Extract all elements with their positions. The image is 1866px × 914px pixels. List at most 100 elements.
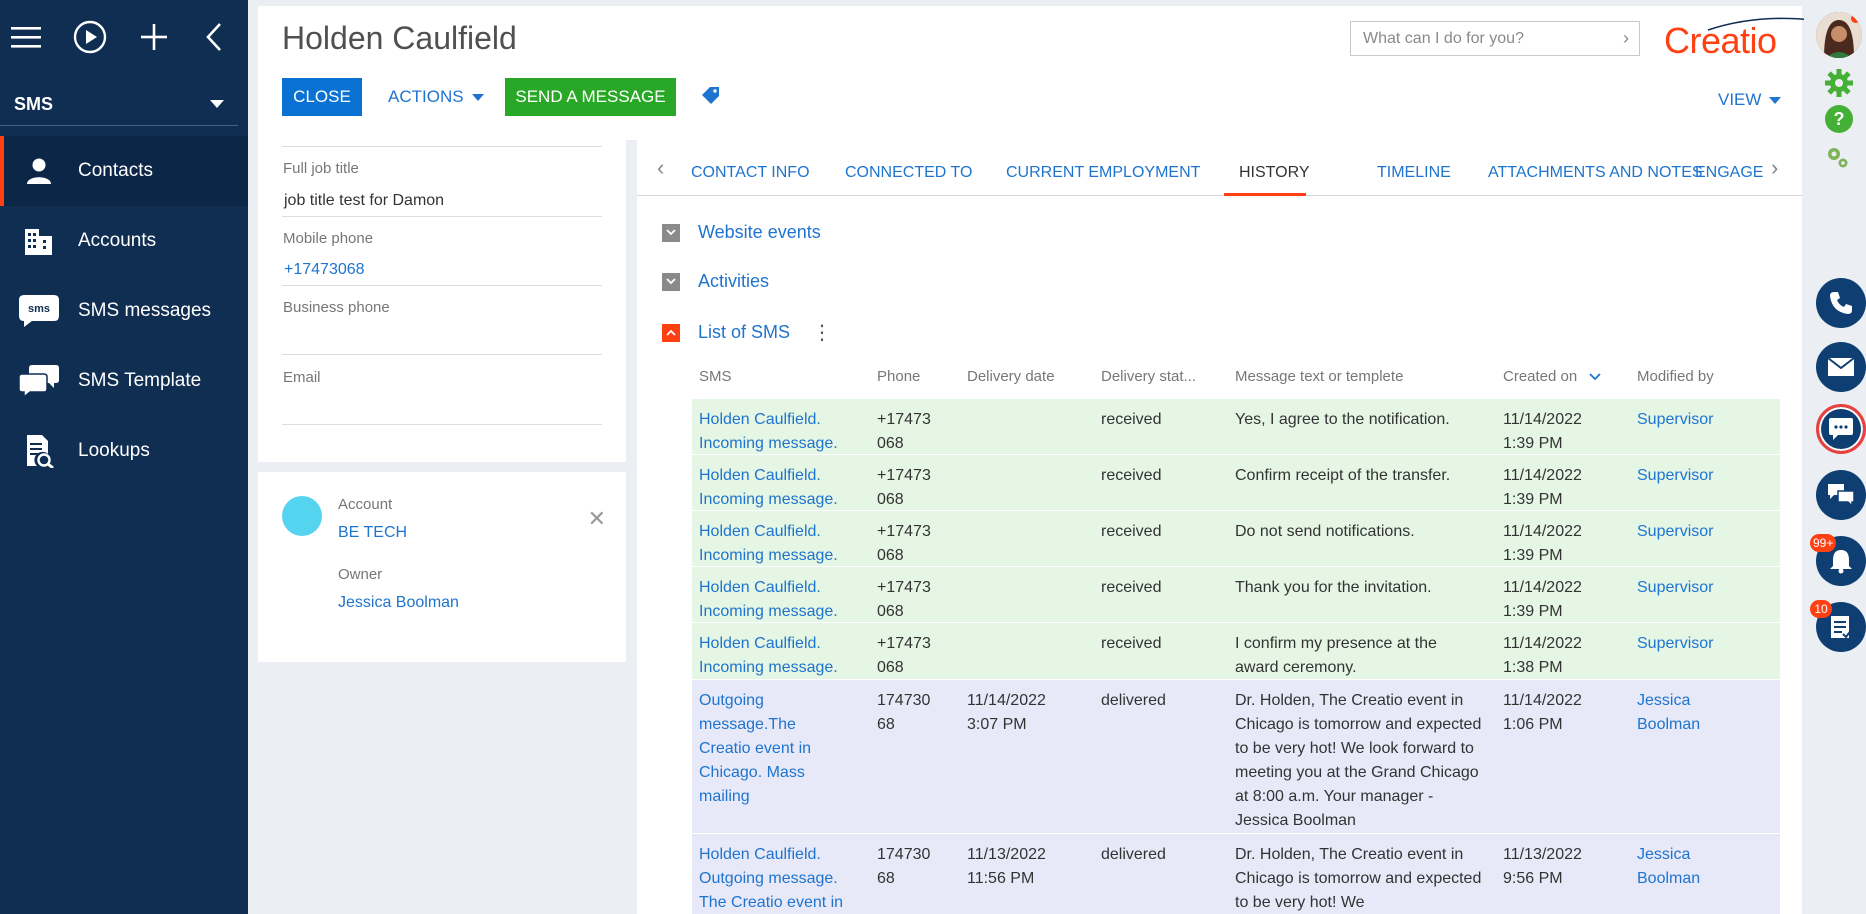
sms-link[interactable]: Holden Caulfield. Incoming message. <box>699 464 849 512</box>
status-cell: received <box>1101 635 1162 652</box>
workspace-selector[interactable]: SMS <box>0 84 238 126</box>
contact-info-panel: Full job title job title test for Damon … <box>258 140 626 462</box>
account-link[interactable]: BE TECH <box>338 524 407 542</box>
modified-by-link[interactable]: Supervisor <box>1637 408 1767 432</box>
phone-cell: +17473 068 <box>877 579 931 620</box>
modified-by-link[interactable]: Jessica Boolman <box>1637 843 1727 891</box>
table-row[interactable]: Outgoing message.The Creatio event in Ch… <box>692 680 1780 834</box>
close-button[interactable]: CLOSE <box>282 78 362 116</box>
status-cell: received <box>1101 467 1162 484</box>
table-row[interactable]: Holden Caulfield. Incoming message. +174… <box>692 623 1780 680</box>
gear-icon[interactable] <box>1824 68 1854 103</box>
full-job-title-field[interactable]: job title test for Damon <box>284 192 444 210</box>
send-message-button[interactable]: SEND A MESSAGE <box>505 78 676 116</box>
column-header-message-text[interactable]: Message text or templete <box>1235 368 1403 398</box>
nav-item-label: SMS messages <box>78 300 212 321</box>
modified-by-link[interactable]: Jessica Boolman <box>1637 689 1727 737</box>
account-logo <box>282 496 322 536</box>
run-process-icon[interactable] <box>64 11 116 63</box>
nav-item-lookups[interactable]: Lookups <box>0 416 248 486</box>
command-search-input[interactable]: What can I do for you? › <box>1350 21 1640 56</box>
created-on-cell: 11/14/2022 1:38 PM <box>1503 635 1582 676</box>
chevron-right-icon[interactable]: › <box>1771 155 1778 181</box>
group-list-of-sms[interactable]: List of SMS ⋮ <box>662 320 832 345</box>
view-label: VIEW <box>1718 90 1762 109</box>
modified-by-link[interactable]: Supervisor <box>1637 632 1767 656</box>
column-header-sms[interactable]: SMS <box>699 368 732 398</box>
tab-engagement[interactable]: ENGAGEMENT <box>1695 164 1764 182</box>
sms-link[interactable]: Holden Caulfield. Incoming message. <box>699 576 849 624</box>
nav-item-label: Lookups <box>78 440 150 461</box>
table-row[interactable]: Holden Caulfield. Outgoing message. The … <box>692 834 1780 914</box>
divider <box>282 216 602 217</box>
more-options-icon[interactable]: ⋮ <box>812 320 832 345</box>
owner-link[interactable]: Jessica Boolman <box>338 594 459 612</box>
help-icon[interactable]: ? <box>1824 104 1854 139</box>
phone-icon[interactable] <box>1816 278 1866 328</box>
sort-descending-icon <box>1589 373 1602 381</box>
delivery-date-cell: 11/14/2022 3:07 PM <box>967 692 1046 733</box>
sms-link[interactable]: Holden Caulfield. Incoming message. <box>699 408 849 456</box>
table-row[interactable]: Holden Caulfield. Incoming message. +174… <box>692 567 1780 623</box>
nav-item-sms-template[interactable]: SMS Template <box>0 346 248 416</box>
message-text-cell: Dr. Holden, The Creatio event in Chicago… <box>1235 692 1482 829</box>
add-icon[interactable] <box>128 11 180 63</box>
tab-current-employment[interactable]: CURRENT EMPLOYMENT <box>1006 164 1200 182</box>
tab-attachments-and-notes[interactable]: ATTACHMENTS AND NOTES <box>1488 164 1703 182</box>
tab-contact-info[interactable]: CONTACT INFO <box>691 164 810 182</box>
column-header-delivery-date[interactable]: Delivery date <box>967 368 1055 398</box>
phone-cell: +17473 068 <box>877 523 931 564</box>
nav-item-accounts[interactable]: Accounts <box>0 206 248 276</box>
group-website-events[interactable]: Website events <box>662 222 821 243</box>
table-row[interactable]: Holden Caulfield. Incoming message. +174… <box>692 511 1780 567</box>
sms-link[interactable]: Holden Caulfield. Incoming message. <box>699 520 849 568</box>
column-header-phone[interactable]: Phone <box>877 368 920 398</box>
nav-item-contacts[interactable]: Contacts <box>0 136 248 206</box>
column-header-created-on[interactable]: Created on <box>1503 368 1602 398</box>
field-label: Owner <box>338 566 383 583</box>
modified-by-link[interactable]: Supervisor <box>1637 576 1767 600</box>
chevron-up-icon[interactable] <box>662 323 680 342</box>
view-button[interactable]: VIEW <box>1718 90 1782 110</box>
group-title: Activities <box>698 271 770 291</box>
chevron-down-icon <box>210 100 224 108</box>
svg-text:?: ? <box>1834 109 1845 129</box>
tab-timeline[interactable]: TIMELINE <box>1377 164 1451 182</box>
tab-connected-to[interactable]: CONNECTED TO <box>845 164 972 182</box>
column-header-modified-by[interactable]: Modified by <box>1637 368 1714 398</box>
sms-link[interactable]: Holden Caulfield. Outgoing message. The … <box>699 843 854 914</box>
status-cell: delivered <box>1101 846 1166 863</box>
status-cell: received <box>1101 411 1162 428</box>
table-row[interactable]: Holden Caulfield. Incoming message. +174… <box>692 455 1780 511</box>
message-text-cell: Yes, I agree to the notification. <box>1235 411 1450 428</box>
modified-by-link[interactable]: Supervisor <box>1637 520 1767 544</box>
table-row[interactable]: Holden Caulfield. Incoming message. +174… <box>692 399 1780 455</box>
close-icon[interactable]: ✕ <box>588 506 606 532</box>
online-status-dot <box>1851 14 1860 23</box>
actions-button[interactable]: ACTIONS <box>388 78 484 116</box>
system-settings-icon[interactable] <box>1824 144 1850 175</box>
group-activities[interactable]: Activities <box>662 271 769 292</box>
created-on-cell: 11/14/2022 1:39 PM <box>1503 523 1582 564</box>
mobile-phone-field[interactable]: +17473068 <box>284 261 365 279</box>
nav-item-sms-messages[interactable]: sms SMS messages <box>0 276 248 346</box>
chevron-down-icon <box>471 93 484 101</box>
modified-by-link[interactable]: Supervisor <box>1637 464 1767 488</box>
chevron-right-icon[interactable]: › <box>1623 28 1629 49</box>
chevron-down-icon[interactable] <box>662 272 680 291</box>
created-on-cell: 11/14/2022 1:06 PM <box>1503 692 1582 733</box>
sms-link[interactable]: Outgoing message.The Creatio event in Ch… <box>699 689 834 809</box>
field-label: Full job title <box>283 160 359 177</box>
tab-history[interactable]: HISTORY <box>1239 164 1310 182</box>
tag-icon[interactable] <box>702 86 720 109</box>
collapse-arrow-icon[interactable] <box>188 11 240 63</box>
email-icon[interactable] <box>1816 342 1866 392</box>
sms-chat-icon[interactable] <box>1816 404 1866 454</box>
sms-link[interactable]: Holden Caulfield. Incoming message. <box>699 632 849 680</box>
feed-chat-icon[interactable] <box>1816 470 1866 520</box>
chevron-down-icon[interactable] <box>662 223 680 242</box>
chevron-left-icon[interactable]: ‹ <box>657 155 664 181</box>
column-header-delivery-status[interactable]: Delivery stat... <box>1101 368 1196 398</box>
hamburger-menu-icon[interactable] <box>0 11 52 63</box>
avatar[interactable] <box>1816 12 1862 58</box>
